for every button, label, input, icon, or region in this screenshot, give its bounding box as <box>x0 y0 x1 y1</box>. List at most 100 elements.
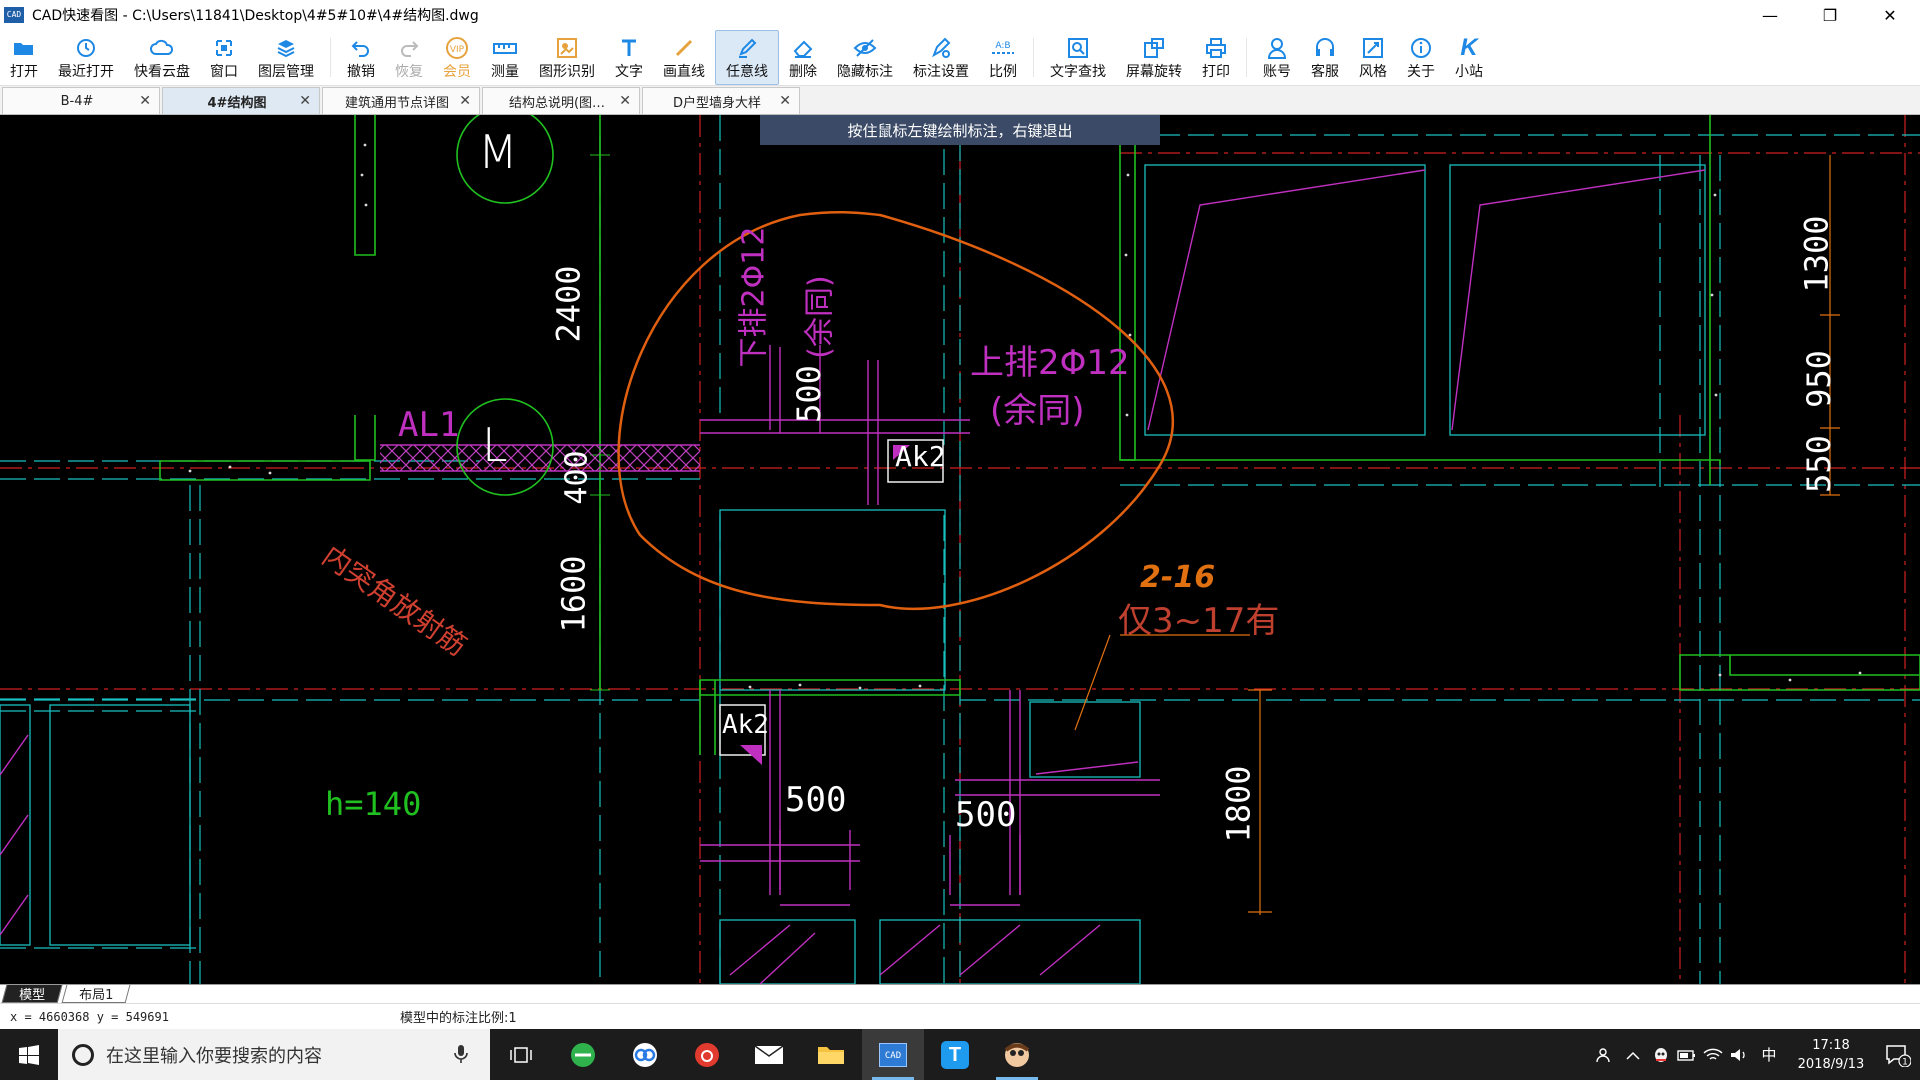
line-icon <box>674 35 694 61</box>
orange-floor-note: 2-16 <box>1140 560 1216 595</box>
tencent-t-icon[interactable]: T <box>924 1029 986 1080</box>
tab-close-icon[interactable]: ✕ <box>139 93 151 109</box>
delete-button[interactable]: 删除 <box>779 30 827 85</box>
account-button[interactable]: 账号 <box>1253 30 1301 85</box>
tab-4-structure[interactable]: 4#结构图 ✕ <box>162 87 320 114</box>
floor-range-note: 仅3~17有 <box>1118 601 1280 641</box>
tab-b4[interactable]: B-4# ✕ <box>2 87 160 114</box>
microphone-icon[interactable] <box>454 1044 468 1069</box>
tab-structure-notes[interactable]: 结构总说明(图… ✕ <box>482 87 640 114</box>
recent-open-button[interactable]: 最近打开 <box>48 30 124 85</box>
shape-recognize-icon <box>556 35 578 61</box>
hide-annotation-button[interactable]: 隐藏标注 <box>827 30 903 85</box>
toolbar-divider <box>1033 38 1034 77</box>
tab-close-icon[interactable]: ✕ <box>619 93 631 109</box>
column-label-ak2-a: Ak2 <box>895 440 946 473</box>
chevron-up-icon[interactable] <box>1618 1029 1648 1080</box>
scale-icon: A:B <box>990 35 1016 61</box>
site-button[interactable]: K 小站 <box>1445 30 1493 85</box>
window-icon <box>214 35 234 61</box>
k-station-glyph: K <box>1460 33 1478 61</box>
beam-label-al1: AL1 <box>398 405 460 445</box>
shape-recognition-button[interactable]: 图形识别 <box>529 30 605 85</box>
open-button[interactable]: 打开 <box>0 30 48 85</box>
layer-manager-button[interactable]: 图层管理 <box>248 30 324 85</box>
tab-model[interactable]: 模型 <box>1 985 63 1003</box>
print-button[interactable]: 打印 <box>1192 30 1240 85</box>
window-controls: — ❐ ✕ <box>1740 0 1920 30</box>
ime-indicator[interactable]: 中 <box>1752 1029 1786 1080</box>
undo-icon <box>351 35 371 61</box>
system-clock[interactable]: 17:18 2018/9/13 <box>1786 1036 1876 1074</box>
main-toolbar: 打开 最近打开 快看云盘 窗口 图层管理 撤销 恢复 VIP 会员 测量 图形识… <box>0 30 1920 86</box>
minimize-button[interactable]: — <box>1740 0 1800 30</box>
drawing-canvas[interactable]: M L AL1 2400 400 1600 500 下排2Φ12 (余同) 上排… <box>0 115 1920 984</box>
vip-text: VIP <box>450 45 465 55</box>
netease-music-icon[interactable] <box>676 1029 738 1080</box>
people-icon[interactable] <box>1592 1029 1618 1080</box>
browser-360-icon[interactable] <box>552 1029 614 1080</box>
vip-button[interactable]: VIP 会员 <box>433 30 481 85</box>
mail-icon[interactable] <box>738 1029 800 1080</box>
undo-button[interactable]: 撤销 <box>337 30 385 85</box>
restore-button[interactable]: ❐ <box>1800 0 1860 30</box>
dimension-400: 400 <box>559 450 595 505</box>
system-tray: 中 17:18 2018/9/13 1 <box>1592 1029 1920 1080</box>
search-placeholder: 在这里输入你要搜索的内容 <box>106 1045 322 1067</box>
text-search-icon <box>1067 35 1089 61</box>
freehand-line-button[interactable]: 任意线 <box>715 30 779 85</box>
taskbar-search[interactable]: 在这里输入你要搜索的内容 <box>58 1029 490 1080</box>
cad-drawing <box>0 115 1920 984</box>
battery-icon[interactable] <box>1674 1029 1700 1080</box>
notification-center-icon[interactable]: 1 <box>1876 1029 1920 1080</box>
cloud-drive-button[interactable]: 快看云盘 <box>124 30 200 85</box>
tab-close-icon[interactable]: ✕ <box>459 93 471 109</box>
draw-line-button[interactable]: 画直线 <box>653 30 715 85</box>
tab-layout1[interactable]: 布局1 <box>61 985 131 1003</box>
style-button[interactable]: 风格 <box>1349 30 1397 85</box>
green-dimension-lines <box>590 115 610 691</box>
file-explorer-icon[interactable] <box>800 1029 862 1080</box>
start-button[interactable] <box>0 1029 58 1080</box>
k-station-icon: K <box>1460 33 1478 61</box>
close-button[interactable]: ✕ <box>1860 0 1920 30</box>
wifi-icon[interactable] <box>1700 1029 1726 1080</box>
volume-icon[interactable] <box>1726 1029 1752 1080</box>
hatched-beam <box>380 445 700 471</box>
upper-rebar-note: (余同) <box>990 391 1085 431</box>
about-button[interactable]: 关于 <box>1397 30 1445 85</box>
cad-viewer-icon[interactable]: CAD <box>862 1029 924 1080</box>
baidu-netdisk-icon[interactable] <box>614 1029 676 1080</box>
customer-service-button[interactable]: 客服 <box>1301 30 1349 85</box>
lower-rebar-note: (余同) <box>802 275 838 359</box>
dimension-550: 550 <box>1799 435 1838 493</box>
tab-close-icon[interactable]: ✕ <box>779 93 791 109</box>
text-button[interactable]: 文字 <box>605 30 653 85</box>
app-logo-icon: CAD <box>4 7 24 23</box>
annotation-settings-button[interactable]: 标注设置 <box>903 30 979 85</box>
annotation-scale: 模型中的标注比例:1 <box>400 1011 517 1026</box>
avatar-app-icon[interactable] <box>986 1029 1048 1080</box>
layout-tabs: 模型 布局1 <box>0 984 1920 1003</box>
redo-button[interactable]: 恢复 <box>385 30 433 85</box>
tab-close-icon[interactable]: ✕ <box>299 93 311 109</box>
dimension-500-b: 500 <box>955 795 1017 835</box>
style-icon <box>1362 35 1384 61</box>
column-markers <box>719 439 944 756</box>
cyan-wall-lines <box>0 115 1920 984</box>
qq-tray-icon[interactable] <box>1648 1029 1674 1080</box>
tab-node-details[interactable]: 建筑通用节点详图 ✕ <box>322 87 480 114</box>
printer-icon <box>1205 35 1227 61</box>
screen-rotate-button[interactable]: 屏幕旋转 <box>1116 30 1192 85</box>
cortana-icon <box>72 1043 94 1066</box>
scale-button[interactable]: A:B 比例 <box>979 30 1027 85</box>
measure-button[interactable]: 测量 <box>481 30 529 85</box>
operation-hint: 按住鼠标左键绘制标注，右键退出 <box>760 115 1160 145</box>
text-search-button[interactable]: 文字查找 <box>1040 30 1116 85</box>
status-bar: x = 4660368 y = 549691 模型中的标注比例:1 <box>0 1003 1920 1029</box>
tab-wall-detail[interactable]: D户型墙身大样 ✕ <box>642 87 800 114</box>
task-view-icon[interactable] <box>490 1029 552 1080</box>
axis-label-m: M <box>478 125 518 179</box>
vip-icon: VIP <box>445 35 469 61</box>
window-button[interactable]: 窗口 <box>200 30 248 85</box>
